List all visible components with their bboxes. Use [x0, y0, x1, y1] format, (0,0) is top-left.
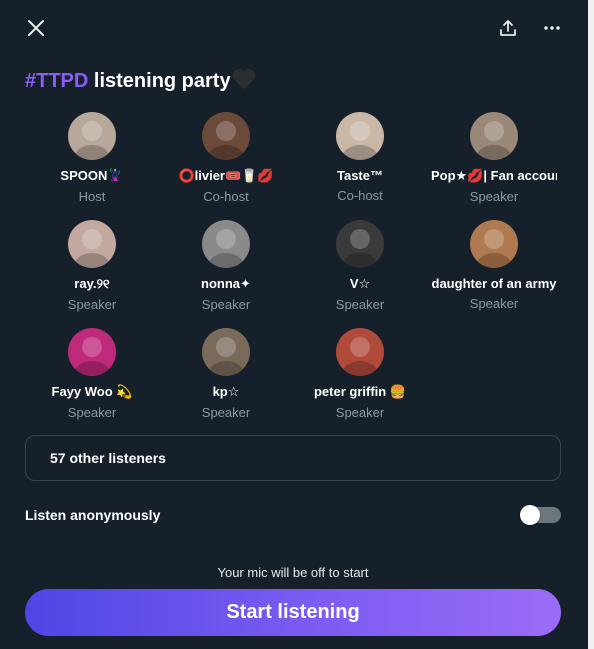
- more-horizontal-icon: [542, 18, 562, 38]
- participant-name: daughter of an army: [431, 276, 557, 291]
- avatar[interactable]: [68, 220, 116, 268]
- other-listeners-count: 57 other listeners: [50, 450, 166, 466]
- participant-name: V☆: [349, 276, 371, 291]
- listen-anonymously-label: Listen anonymously: [25, 507, 161, 523]
- participant-name: Fayy Woo 💫: [51, 384, 133, 399]
- participant-role: Speaker: [335, 405, 385, 420]
- participant-name: SPOON🦹: [60, 168, 124, 183]
- participant-card[interactable]: ray.୨୧ Speaker: [25, 220, 159, 312]
- avatar[interactable]: [202, 220, 250, 268]
- avatar[interactable]: [336, 220, 384, 268]
- participant-role: Speaker: [469, 296, 519, 311]
- participant-role: Host: [78, 189, 106, 204]
- avatar[interactable]: [68, 328, 116, 376]
- listen-anonymously-toggle[interactable]: [520, 505, 561, 525]
- modal-header: [0, 0, 594, 56]
- close-icon: [26, 18, 46, 38]
- mic-off-note: Your mic will be off to start: [217, 565, 369, 580]
- avatar[interactable]: [68, 112, 116, 160]
- avatar[interactable]: [202, 112, 250, 160]
- close-button[interactable]: [20, 12, 52, 44]
- title-hashtag-link[interactable]: #TTPD: [25, 70, 88, 92]
- participant-name: Taste™: [337, 168, 383, 183]
- share-icon: [498, 18, 518, 38]
- start-listening-button[interactable]: Start listening: [25, 589, 561, 636]
- title-text: listening party: [88, 70, 231, 92]
- participant-role: Speaker: [201, 405, 251, 420]
- space-title: #TTPD listening party: [25, 68, 256, 96]
- more-button[interactable]: [536, 12, 568, 44]
- participant-name: ⭕livier🎟️🥛💋: [178, 168, 274, 183]
- participant-role: Co-host: [337, 188, 383, 203]
- avatar[interactable]: [470, 112, 518, 160]
- participant-card[interactable]: peter griffin 🍔 Speaker: [293, 328, 427, 420]
- avatar[interactable]: [470, 220, 518, 268]
- participant-role: Speaker: [335, 297, 385, 312]
- participant-role: Speaker: [201, 297, 251, 312]
- participant-card[interactable]: SPOON🦹 Host: [25, 112, 159, 204]
- share-button[interactable]: [492, 12, 524, 44]
- participant-card[interactable]: V☆ Speaker: [293, 220, 427, 312]
- participant-card[interactable]: ⭕livier🎟️🥛💋 Co-host: [159, 112, 293, 204]
- participant-name: peter griffin 🍔: [313, 384, 407, 399]
- participant-name: ray.୨୧: [74, 276, 110, 291]
- avatar[interactable]: [202, 328, 250, 376]
- participant-card[interactable]: daughter of an army Speaker: [427, 220, 561, 311]
- participant-name: Pop★💋| Fan account: [431, 168, 557, 183]
- participant-role: Co-host: [203, 189, 249, 204]
- toggle-knob: [520, 505, 540, 525]
- participant-card[interactable]: Fayy Woo 💫 Speaker: [25, 328, 159, 420]
- black-heart-icon: [232, 68, 256, 96]
- participant-name: kp☆: [212, 384, 240, 399]
- participant-role: Speaker: [67, 405, 117, 420]
- participant-role: Speaker: [469, 189, 519, 204]
- listening-party-modal: #TTPD listening party SPOON🦹 Host ⭕livier🎟…: [0, 0, 594, 649]
- avatar[interactable]: [336, 328, 384, 376]
- participant-card[interactable]: nonna✦ Speaker: [159, 220, 293, 312]
- participant-card[interactable]: Pop★💋| Fan account Speaker: [427, 112, 561, 204]
- participant-role: Speaker: [67, 297, 117, 312]
- other-listeners-box[interactable]: 57 other listeners: [25, 435, 561, 481]
- participant-name: nonna✦: [201, 276, 251, 291]
- participant-card[interactable]: kp☆ Speaker: [159, 328, 293, 420]
- avatar[interactable]: [336, 112, 384, 160]
- participant-card[interactable]: Taste™ Co-host: [293, 112, 427, 203]
- scrollbar[interactable]: [588, 0, 594, 649]
